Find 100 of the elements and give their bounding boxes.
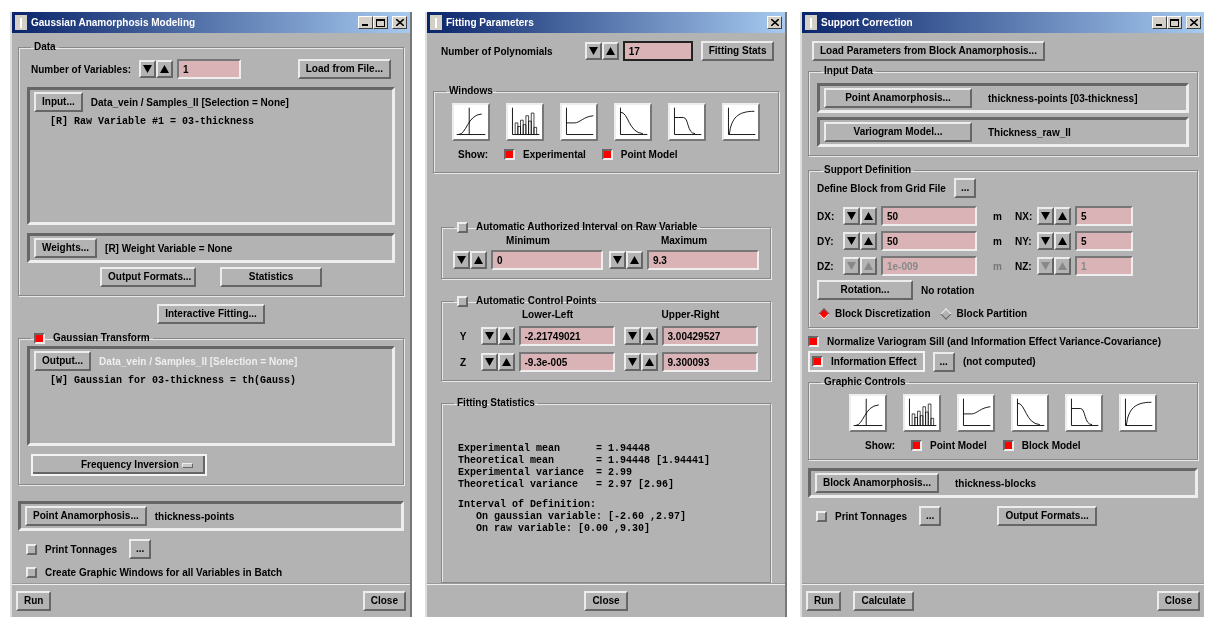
maximize-button[interactable] — [373, 16, 388, 29]
checkbox[interactable] — [1002, 440, 1014, 451]
block-anamorphosis-button[interactable]: Block Anamorphosis... — [815, 473, 939, 493]
checkbox[interactable] — [34, 332, 45, 344]
push-button[interactable]: Output Formats... — [100, 267, 196, 287]
dialog-button[interactable]: Close — [362, 591, 406, 611]
s-curve-chart-icon[interactable] — [849, 394, 887, 432]
minimize-button[interactable] — [358, 16, 373, 29]
close-button[interactable] — [1186, 16, 1201, 29]
checkbox-label[interactable]: Print Tonnages — [835, 510, 908, 522]
number-field[interactable]: 17 — [622, 41, 693, 61]
checkbox[interactable] — [911, 440, 922, 451]
group-title[interactable]: Automatic Authorized Interval on Raw Variable — [476, 221, 698, 233]
dialog-button[interactable]: Close — [1156, 591, 1200, 611]
decrement-button[interactable] — [139, 60, 157, 78]
increment-button[interactable] — [1054, 232, 1071, 250]
more-button[interactable]: ... — [953, 178, 977, 198]
number-field[interactable]: 50 — [881, 206, 977, 226]
push-button[interactable]: Statistics — [220, 267, 322, 287]
output-button[interactable]: Output... — [34, 351, 92, 371]
decrement-button[interactable] — [623, 327, 641, 345]
histogram-icon[interactable] — [903, 394, 941, 432]
close-button[interactable] — [392, 16, 407, 29]
step-down-curve-chart-icon[interactable] — [668, 103, 706, 141]
down-arrow-icon — [1041, 212, 1050, 220]
number-field[interactable]: -2.21749021 — [518, 326, 615, 346]
down-arrow-icon — [847, 237, 856, 245]
decrement-button[interactable] — [623, 353, 641, 371]
number-field[interactable]: 3.00429527 — [661, 326, 758, 346]
number-field[interactable]: 9.3 — [647, 250, 759, 270]
push-button[interactable]: Point Anamorphosis... — [824, 88, 972, 108]
checkbox[interactable] — [812, 356, 823, 367]
radio-label[interactable]: Block Partition — [956, 308, 1028, 319]
increment-button[interactable] — [470, 251, 487, 269]
checkbox-label[interactable]: Block Model — [1021, 440, 1081, 451]
more-button[interactable]: ... — [129, 539, 152, 559]
step-down-curve-chart-icon[interactable] — [1065, 394, 1103, 432]
saturation-curve-chart-icon[interactable] — [722, 103, 760, 141]
close-button[interactable] — [767, 16, 782, 29]
checkbox[interactable] — [808, 336, 819, 347]
increment-button[interactable] — [860, 232, 877, 250]
radio-label[interactable]: Block Discretization — [835, 308, 931, 319]
falling-curve-chart-icon[interactable] — [614, 103, 652, 141]
checkbox-label[interactable]: Create Graphic Windows for all Variables in Batch — [45, 567, 283, 578]
radio-button[interactable] — [818, 307, 830, 320]
decrement-button[interactable] — [843, 232, 860, 250]
number-field[interactable]: 5 — [1075, 231, 1133, 251]
checkbox-label[interactable]: Point Model — [930, 440, 987, 451]
checkbox-label[interactable]: Normalize Variogram Sill (and Information Effect Variance-Covariance) — [827, 336, 1161, 347]
number-field[interactable]: 5 — [1075, 206, 1133, 226]
more-button[interactable]: ... — [919, 506, 942, 526]
increment-button[interactable] — [860, 207, 877, 225]
load-button[interactable]: Load from File... — [297, 59, 391, 79]
more-button[interactable]: ... — [932, 351, 955, 372]
decrement-button[interactable] — [843, 207, 860, 225]
increment-button[interactable] — [626, 251, 643, 269]
saturation-curve-chart-icon[interactable] — [1119, 394, 1157, 432]
checkbox-label[interactable]: Print Tonnages — [45, 543, 118, 555]
decrement-button[interactable] — [1037, 207, 1054, 225]
minimize-button[interactable] — [1152, 16, 1167, 29]
point-anamorphosis-button[interactable]: Point Anamorphosis... — [25, 506, 147, 526]
fitting-stats-button[interactable]: Fitting Stats — [700, 41, 775, 61]
decrement-button[interactable] — [584, 42, 602, 60]
dialog-button[interactable]: Run — [16, 591, 52, 611]
load-parameters-button[interactable]: Load Parameters from Block Anamorphosis... — [812, 41, 1045, 61]
option-menu[interactable]: Frequency Inversion — [31, 454, 207, 476]
output-formats-button[interactable]: Output Formats... — [997, 506, 1097, 526]
number-field[interactable]: 1 — [177, 59, 242, 79]
weights-button[interactable]: Weights... — [34, 238, 98, 258]
interactive-fitting-button[interactable]: Interactive Fitting... — [157, 304, 265, 324]
dialog-button[interactable]: Close — [584, 591, 628, 611]
maximize-button[interactable] — [1167, 16, 1182, 29]
number-field[interactable]: 9.300093 — [661, 352, 758, 372]
number-field[interactable]: -9.3e-005 — [518, 352, 615, 372]
number-field[interactable]: 0 — [491, 250, 603, 270]
rising-curve-chart-icon[interactable] — [560, 103, 598, 141]
rotation-button[interactable]: Rotation... — [817, 280, 913, 300]
number-field[interactable]: 50 — [881, 231, 977, 251]
group-title[interactable]: Automatic Control Points — [476, 295, 597, 307]
histogram-icon[interactable] — [506, 103, 544, 141]
decrement-button[interactable] — [480, 327, 498, 345]
rising-curve-chart-icon[interactable] — [957, 394, 995, 432]
falling-curve-chart-icon[interactable] — [1011, 394, 1049, 432]
increment-button[interactable] — [1054, 207, 1071, 225]
checkbox-label[interactable]: Point Model — [620, 149, 678, 160]
s-curve-chart-icon[interactable] — [452, 103, 490, 141]
decrement-button[interactable] — [480, 353, 498, 371]
dialog-button[interactable]: Calculate — [853, 591, 914, 611]
input-button[interactable]: Input... — [34, 92, 83, 112]
checkbox-label[interactable]: Experimental — [523, 149, 586, 160]
decrement-button[interactable] — [609, 251, 626, 269]
group-title[interactable]: Gaussian Transform — [53, 332, 150, 344]
checkbox[interactable] — [504, 149, 515, 160]
push-button[interactable]: Variogram Model... — [824, 122, 972, 142]
decrement-button[interactable] — [453, 251, 470, 269]
decrement-button[interactable] — [1037, 232, 1054, 250]
dialog-button[interactable]: Run — [806, 591, 842, 611]
checkbox[interactable] — [601, 149, 613, 160]
increment-button[interactable] — [156, 60, 174, 78]
checkbox-label[interactable]: Information Effect — [831, 356, 917, 367]
